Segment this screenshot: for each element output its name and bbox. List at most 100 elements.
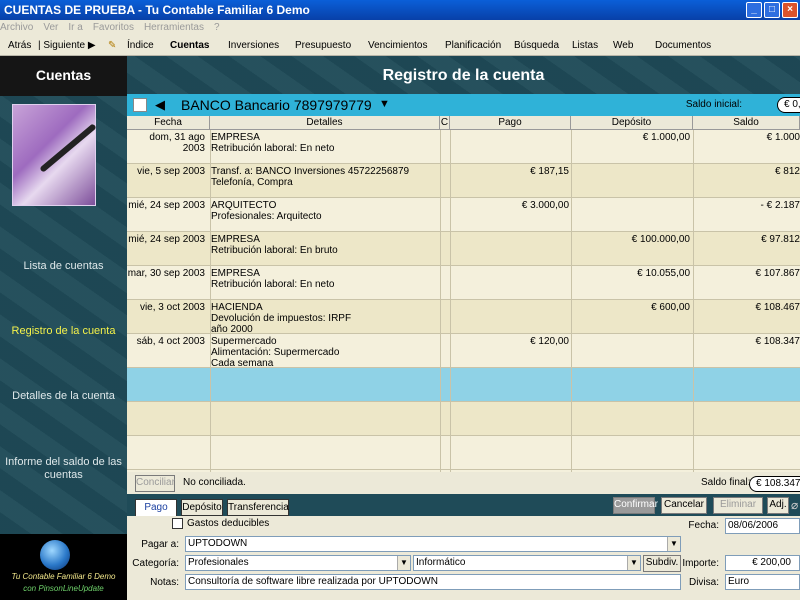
- cancelar-button[interactable]: Cancelar: [661, 497, 707, 514]
- categoria-select[interactable]: Profesionales ▼: [185, 555, 411, 571]
- chevron-down-icon[interactable]: ▼: [397, 556, 410, 570]
- nav-planificacion[interactable]: Planificación: [445, 36, 501, 56]
- col-c[interactable]: C: [440, 116, 450, 130]
- back-button[interactable]: Atrás: [8, 36, 31, 56]
- subcategoria-select[interactable]: Informático ▼: [413, 555, 641, 571]
- confirmar-button[interactable]: Confirmar: [613, 497, 658, 514]
- nav-vencimientos[interactable]: Vencimientos: [368, 36, 427, 56]
- account-dropdown-icon[interactable]: ▼: [379, 98, 390, 110]
- chevron-down-icon[interactable]: ▼: [667, 537, 680, 551]
- cell-saldo: € 107.867: [755, 268, 800, 279]
- cell-detalle-2: Profesionales: Arquitecto: [211, 211, 322, 222]
- table-row-empty[interactable]: [127, 402, 800, 436]
- sidebar-item-lista-de-cuentas[interactable]: Lista de cuentas: [0, 260, 127, 273]
- account-checkbox[interactable]: [133, 98, 147, 112]
- minimize-icon[interactable]: _: [746, 2, 762, 18]
- cell-detalle-1: EMPRESA: [211, 268, 260, 279]
- tab-transferencia[interactable]: Transferencia: [227, 499, 289, 516]
- cell-detalle-2: Retribución laboral: En neto: [211, 143, 335, 154]
- subcategoria-value: Informático: [416, 557, 466, 568]
- menu-favoritos[interactable]: Favoritos: [93, 20, 134, 36]
- table-row[interactable]: mié, 24 sep 2003 ARQUITECTO Profesionale…: [127, 198, 800, 232]
- col-divider: [210, 130, 211, 472]
- cell-fecha: mié, 24 sep 2003: [128, 200, 205, 211]
- sidebar: Cuentas Lista de cuentas Registro de la …: [0, 56, 127, 600]
- table-header: Fecha Detalles C Pago Depósito Saldo: [127, 116, 800, 130]
- table-row[interactable]: vie, 5 sep 2003 Transf. a: BANCO Inversi…: [127, 164, 800, 198]
- nav-busqueda[interactable]: Búsqueda: [514, 36, 559, 56]
- account-name[interactable]: BANCO Bancario 7897979779: [181, 96, 372, 114]
- entry-tabs: Pago Depósito Transferencia Confirmar Ca…: [127, 494, 800, 517]
- cell-deposito: € 10.055,00: [637, 268, 690, 279]
- cell-saldo: € 108.347: [755, 336, 800, 347]
- table-row[interactable]: mar, 30 sep 2003 EMPRESA Retribución lab…: [127, 266, 800, 300]
- nav-documentos[interactable]: Documentos: [655, 36, 711, 56]
- conciliar-button[interactable]: Conciliar: [135, 475, 175, 492]
- maximize-icon[interactable]: □: [764, 2, 780, 18]
- sidebar-item-registro-de-la-cuenta[interactable]: Registro de la cuenta: [0, 325, 127, 338]
- col-fecha[interactable]: Fecha: [127, 116, 210, 130]
- table-row[interactable]: dom, 31 ago 2003 EMPRESA Retribución lab…: [127, 130, 800, 164]
- cell-saldo: € 108.467: [755, 302, 800, 313]
- cell-saldo: € 812: [774, 166, 800, 177]
- cell-fecha: sáb, 4 oct 2003: [136, 336, 205, 347]
- chevron-down-icon[interactable]: ▼: [627, 556, 640, 570]
- menu-herramientas[interactable]: Herramientas: [144, 20, 204, 36]
- table-row-empty[interactable]: [127, 436, 800, 470]
- app-logo: Tu Contable Familiar 6 Demo con PinsonLi…: [0, 534, 127, 600]
- gastos-deducibles-checkbox[interactable]: [172, 518, 183, 529]
- cell-detalle-2: Telefonía, Compra: [211, 177, 293, 188]
- eliminar-button[interactable]: Eliminar: [713, 497, 763, 514]
- table-row[interactable]: mié, 24 sep 2003 EMPRESA Retribución lab…: [127, 232, 800, 266]
- transactions-table: Fecha Detalles C Pago Depósito Saldo dom…: [127, 116, 800, 472]
- reconcile-status: No conciliada.: [183, 477, 246, 488]
- cell-fecha: vie, 3 oct 2003: [139, 302, 205, 313]
- table-row-new-selected[interactable]: [127, 368, 800, 402]
- col-pago[interactable]: Pago: [450, 116, 571, 130]
- nav-inversiones[interactable]: Inversiones: [228, 36, 279, 56]
- notas-field[interactable]: Consultoría de software libre realizada …: [185, 574, 681, 590]
- table-row[interactable]: vie, 3 oct 2003 HACIENDA Devolución de i…: [127, 300, 800, 335]
- col-divider: [450, 130, 451, 472]
- tab-pago[interactable]: Pago: [135, 499, 177, 517]
- table-row[interactable]: sáb, 4 oct 2003 Supermercado Alimentació…: [127, 334, 800, 369]
- pagar-a-field[interactable]: UPTODOWN ▼: [185, 536, 681, 552]
- categoria-label: Categoría:: [132, 558, 179, 569]
- menu-bar: Archivo Ver Ir a Favoritos Herramientas …: [0, 20, 800, 36]
- importe-label: Importe:: [682, 558, 719, 569]
- globe-icon: [40, 540, 70, 570]
- saldo-final-label: Saldo final:: [701, 477, 751, 488]
- adjuntar-button[interactable]: Adj.: [767, 497, 789, 514]
- tab-deposito[interactable]: Depósito: [181, 499, 223, 516]
- menu-ver[interactable]: Ver: [43, 20, 58, 36]
- col-detalles[interactable]: Detalles: [210, 116, 440, 130]
- cell-fecha: vie, 5 sep 2003: [137, 166, 205, 177]
- nav-indice[interactable]: Índice: [127, 36, 154, 56]
- cell-pago: € 120,00: [530, 336, 569, 347]
- calculator-pen-image: [12, 104, 97, 206]
- menu-ir-a[interactable]: Ir a: [68, 20, 82, 36]
- close-icon[interactable]: ×: [782, 2, 798, 18]
- divisa-select[interactable]: Euro: [725, 574, 800, 590]
- sidebar-item-informe-del-saldo[interactable]: Informe del saldo de las cuentas: [0, 456, 127, 482]
- nav-toolbar: Atrás | Siguiente ▶ ✎ Índice Cuentas Inv…: [0, 36, 800, 56]
- cell-saldo: € 1.000: [766, 132, 800, 143]
- col-saldo[interactable]: Saldo: [693, 116, 800, 130]
- cell-detalle-2: Alimentación: Supermercado: [211, 347, 340, 358]
- account-prev-icon[interactable]: ◀: [155, 97, 165, 113]
- nav-web[interactable]: Web: [613, 36, 633, 56]
- nav-listas[interactable]: Listas: [572, 36, 598, 56]
- menu-archivo[interactable]: Archivo: [0, 20, 33, 36]
- importe-field[interactable]: € 200,00: [725, 555, 800, 571]
- sidebar-item-detalles-de-la-cuenta[interactable]: Detalles de la cuenta: [0, 390, 127, 403]
- col-deposito[interactable]: Depósito: [571, 116, 693, 130]
- cell-deposito: € 600,00: [651, 302, 690, 313]
- paperclip-icon[interactable]: ⌀: [791, 498, 798, 512]
- fecha-field[interactable]: 08/06/2006: [725, 518, 800, 534]
- account-bar: ◀ BANCO Bancario 7897979779 ▼ Saldo inic…: [127, 94, 800, 116]
- menu-help[interactable]: ?: [214, 20, 220, 36]
- cell-pago: € 3.000,00: [521, 200, 569, 211]
- nav-presupuesto[interactable]: Presupuesto: [295, 36, 351, 56]
- forward-button[interactable]: | Siguiente ▶: [38, 36, 96, 56]
- nav-cuentas[interactable]: Cuentas: [170, 36, 209, 56]
